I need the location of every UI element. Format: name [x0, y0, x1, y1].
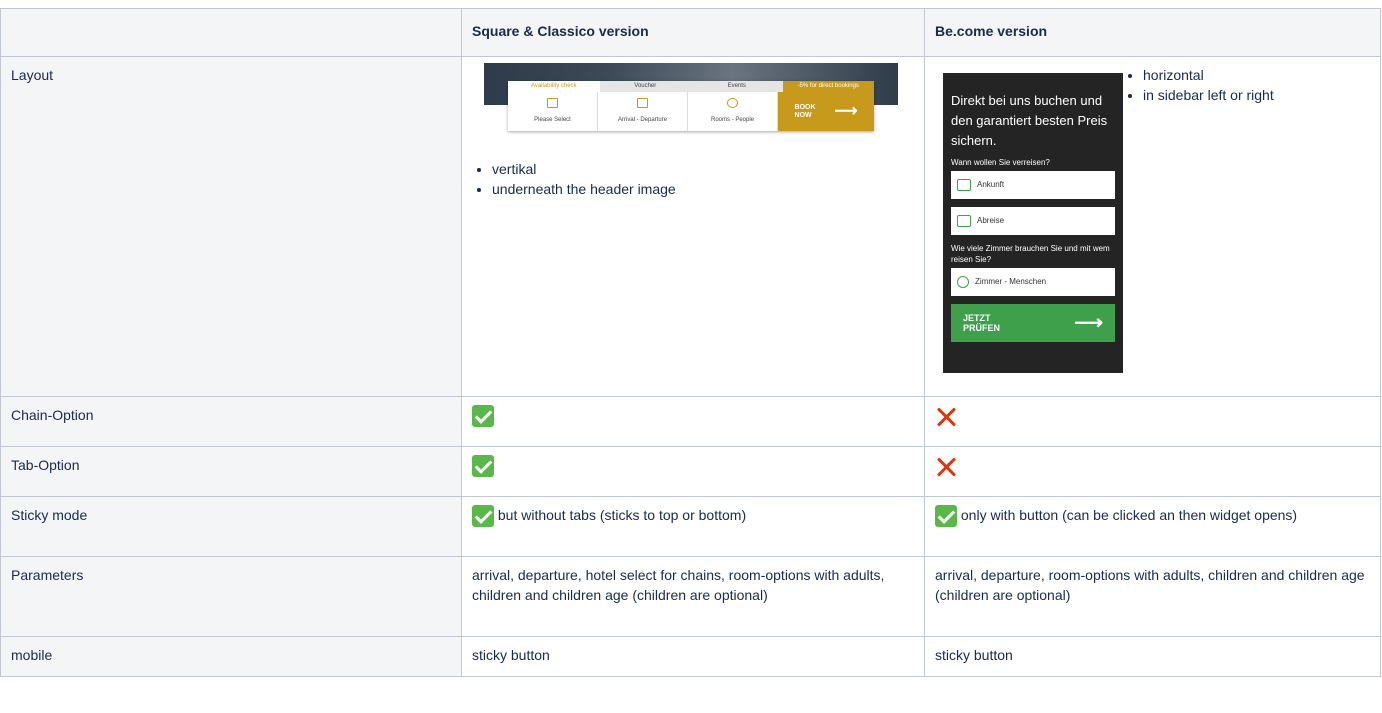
square-layout-bullets: vertikal underneath the header image: [472, 159, 914, 199]
cell-become-layout: Direkt bei uns buchen und den garantiert…: [924, 56, 1381, 397]
header-square: Square & Classico version: [461, 8, 925, 57]
header-row: Square & Classico version Be.come versio…: [0, 8, 1381, 57]
sticky-become-text: only with button (can be clicked an then…: [960, 507, 1298, 523]
question-dates: Wann wollen Sie verreisen?: [951, 158, 1050, 167]
bullet-item: in sidebar left or right: [1143, 85, 1274, 105]
field-dates-label: Arrival - Departure: [617, 117, 667, 123]
field-rooms-label: Rooms - People: [710, 117, 755, 123]
question-rooms: Wie viele Zimmer brauchen Sie und mit we…: [951, 244, 1110, 264]
calendar-icon: [957, 179, 971, 191]
cell-become-chain: [924, 396, 1381, 447]
row-sticky: Sticky mode but without tabs (sticks to …: [0, 496, 1381, 557]
sticky-square-text: but without tabs (sticks to top or botto…: [497, 507, 747, 523]
arrival-field: Ankunft: [951, 171, 1115, 199]
row-label: Tab-Option: [0, 446, 462, 497]
cell-square-chain: [461, 396, 925, 447]
arrow-right-icon: ⟶: [1074, 312, 1103, 334]
become-widget-preview: Direkt bei uns buchen und den garantiert…: [943, 73, 1123, 373]
check-icon: [472, 455, 494, 478]
field-rooms: Rooms - People: [688, 92, 778, 131]
book-now-button: BOOK NOW ⟶: [778, 92, 874, 131]
bullet-item: vertikal: [492, 159, 914, 179]
cell-square-layout: Availability check Voucher Events -5% fo…: [461, 56, 925, 397]
row-label: Layout: [0, 56, 462, 397]
departure-label: Abreise: [977, 216, 1005, 225]
person-icon: [957, 276, 969, 288]
cell-become-params: arrival, departure, room-options with ad…: [924, 556, 1381, 637]
field-dates: Arrival - Departure: [598, 92, 688, 131]
row-layout: Layout Availability check Voucher Events…: [0, 56, 1381, 397]
arrival-label: Ankunft: [977, 180, 1005, 189]
bullet-item: horizontal: [1143, 65, 1274, 85]
widget-fields: Please Select Arrival - Departure Rooms …: [508, 92, 874, 131]
header-become: Be.come version: [924, 8, 1381, 57]
rooms-label: Zimmer - Menschen: [975, 277, 1047, 286]
row-label: Chain-Option: [0, 396, 462, 447]
home-icon: [547, 98, 558, 108]
check-icon: [935, 505, 957, 528]
square-widget-preview: Availability check Voucher Events -5% fo…: [484, 63, 898, 133]
check-icon: [472, 505, 494, 528]
cell-square-mobile: sticky button: [461, 636, 925, 677]
cross-icon: [935, 405, 957, 427]
tab-availability: Availability check: [508, 81, 600, 92]
cross-icon: [935, 455, 957, 477]
check-icon: [472, 405, 494, 428]
person-icon: [727, 98, 738, 108]
row-mobile: mobile sticky button sticky button: [0, 636, 1381, 677]
field-hotel: Please Select: [508, 92, 598, 131]
become-layout-wrap: Direkt bei uns buchen und den garantiert…: [935, 65, 1370, 373]
arrow-right-icon: ⟶: [834, 102, 858, 120]
bullet-item: underneath the header image: [492, 179, 914, 199]
calendar-icon: [957, 215, 971, 227]
row-parameters: Parameters arrival, departure, hotel sel…: [0, 556, 1381, 637]
comparison-table: Square & Classico version Be.come versio…: [0, 8, 1381, 677]
row-label: Sticky mode: [0, 496, 462, 557]
row-label: mobile: [0, 636, 462, 677]
field-hotel-label: Please Select: [534, 117, 571, 123]
cell-become-tab: [924, 446, 1381, 497]
widget-tabs: Availability check Voucher Events -5% fo…: [508, 81, 874, 92]
cell-become-sticky: only with button (can be clicked an then…: [924, 496, 1381, 557]
booking-bar: Availability check Voucher Events -5% fo…: [508, 81, 874, 131]
tab-promo: -5% for direct bookings: [782, 81, 874, 92]
tab-voucher: Voucher: [599, 81, 691, 92]
check-now-label: JETZT PRÜFEN: [963, 313, 1001, 333]
rooms-field: Zimmer - Menschen: [951, 268, 1115, 296]
departure-field: Abreise: [951, 207, 1115, 235]
become-layout-bullets: horizontal in sidebar left or right: [1123, 65, 1274, 373]
tab-events: Events: [691, 81, 783, 92]
cell-square-tab: [461, 446, 925, 497]
check-now-button: JETZT PRÜFEN ⟶: [951, 304, 1115, 342]
cell-become-mobile: sticky button: [924, 636, 1381, 677]
cell-square-sticky: but without tabs (sticks to top or botto…: [461, 496, 925, 557]
widget-headline: Direkt bei uns buchen und den garantiert…: [951, 93, 1108, 148]
calendar-icon: [637, 98, 648, 108]
row-tab: Tab-Option: [0, 446, 1381, 497]
row-label: Parameters: [0, 556, 462, 637]
book-now-label: BOOK NOW: [794, 103, 816, 119]
row-chain: Chain-Option: [0, 396, 1381, 447]
cell-square-params: arrival, departure, hotel select for cha…: [461, 556, 925, 637]
header-empty: [0, 8, 462, 57]
